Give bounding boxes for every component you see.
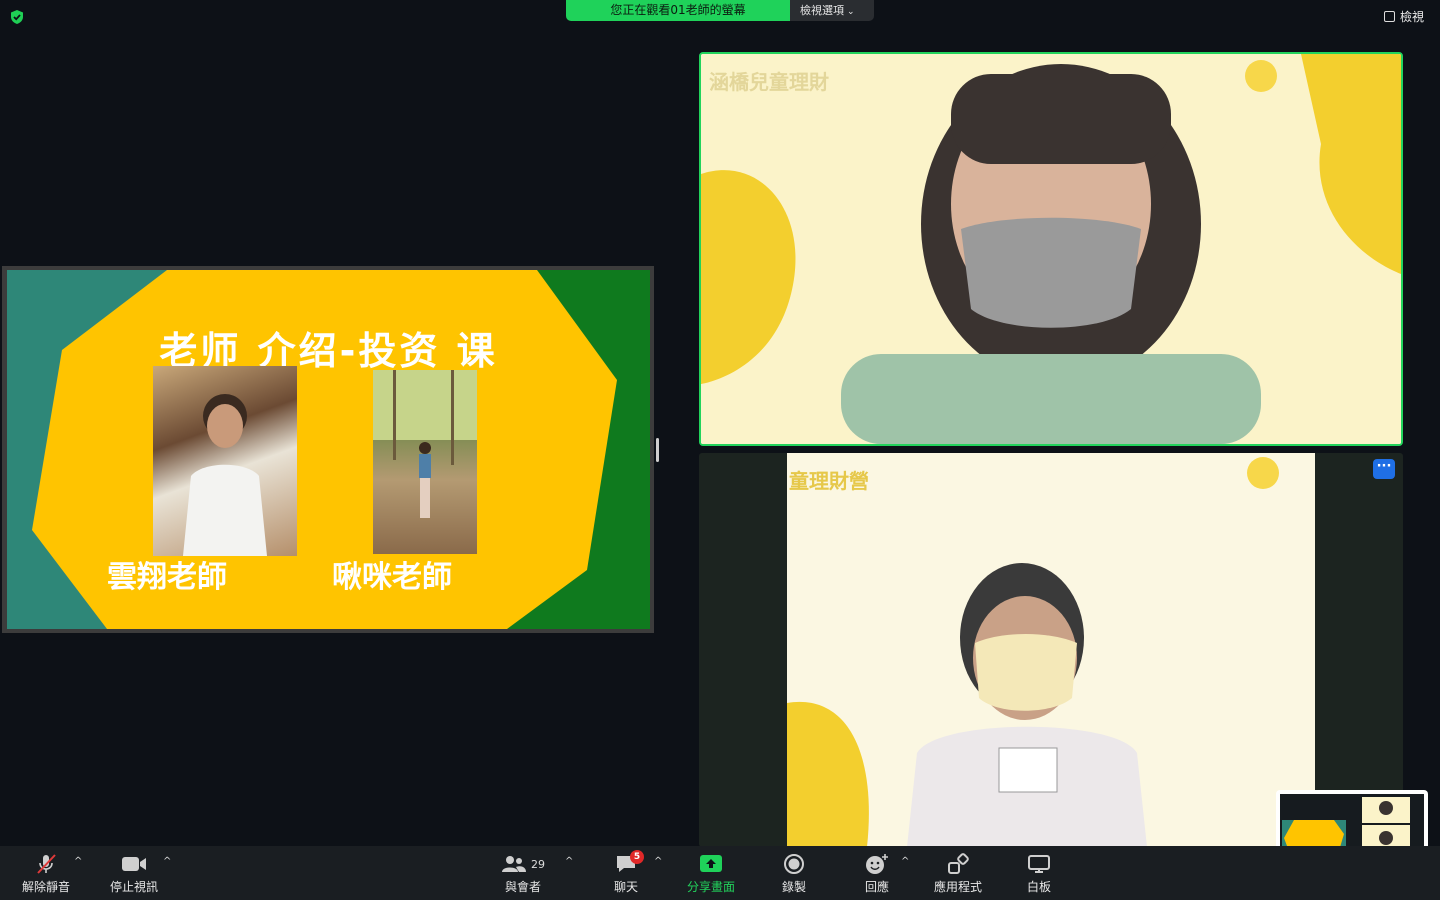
slide-title: 老师 介绍-投资 课	[159, 329, 498, 373]
reactions-options-caret-icon[interactable]: ^	[901, 856, 909, 867]
reactions-button[interactable]: 回應	[858, 852, 896, 895]
encryption-shield-icon[interactable]	[9, 9, 25, 25]
whiteboard-button[interactable]: 白板	[1022, 852, 1056, 895]
teacher-photo-2	[373, 370, 477, 554]
record-button[interactable]: 錄製	[776, 852, 812, 895]
split-view-resize-handle[interactable]	[656, 438, 659, 462]
participant-video-tile-1[interactable]: 涵橋兒童理財	[699, 52, 1403, 446]
view-options-dropdown[interactable]: 檢視選項 ⌄	[790, 0, 874, 21]
record-icon	[784, 854, 804, 874]
view-button[interactable]: 檢視	[1383, 8, 1424, 25]
participant-video-tile-2[interactable]: 童理財營 ···	[699, 453, 1403, 847]
shared-screen[interactable]: 老师 介绍-投资 课 雲翔老師 啾咪老師	[2, 266, 654, 633]
slide: 老师 介绍-投资 课 雲翔老師 啾咪老師	[7, 270, 650, 629]
view-layout-icon	[1383, 11, 1395, 22]
participant-video-2: 童理財營	[787, 453, 1315, 847]
share-screen-button[interactable]: 分享畫面	[684, 852, 738, 895]
teacher-name-1: 雲翔老師	[107, 560, 227, 595]
unmute-button[interactable]: 解除靜音	[18, 852, 74, 895]
whiteboard-icon	[1028, 855, 1050, 873]
share-screen-label: 分享畫面	[686, 880, 735, 894]
unmute-label: 解除靜音	[21, 880, 70, 894]
tile1-background-watermark: 涵橋兒童理財	[709, 70, 829, 94]
share-screen-icon	[700, 855, 722, 872]
chat-unread-badge: 5	[630, 850, 644, 864]
apps-label: 應用程式	[933, 880, 982, 894]
apps-button[interactable]: 應用程式	[930, 852, 986, 895]
participant-video-1	[701, 54, 1401, 444]
teacher-name-2: 啾咪老師	[332, 560, 452, 595]
microphone-muted-icon	[37, 854, 56, 874]
tile2-background-watermark: 童理財營	[789, 469, 869, 493]
reactions-label: 回應	[864, 880, 889, 894]
chat-options-caret-icon[interactable]: ^	[654, 856, 662, 867]
stop-video-button[interactable]: 停止視訊	[106, 852, 162, 895]
participants-count: 29	[531, 857, 545, 871]
more-options-button[interactable]: ···	[1373, 459, 1395, 479]
screen-share-banner: 您正在觀看01老師的螢幕	[566, 0, 790, 21]
participants-options-caret-icon[interactable]: ^	[565, 856, 573, 867]
chat-label: 聊天	[613, 880, 638, 894]
chevron-down-icon: ⌄	[847, 7, 855, 17]
video-camera-icon	[122, 857, 146, 871]
record-label: 錄製	[781, 880, 806, 894]
view-options-label: 檢視選項	[800, 4, 844, 17]
participants-button[interactable]: 29 與會者	[500, 852, 546, 895]
view-button-label: 檢視	[1399, 10, 1424, 24]
chat-button[interactable]: 5 聊天	[606, 850, 646, 895]
participants-icon	[502, 856, 526, 872]
participants-label: 與會者	[504, 880, 541, 894]
video-options-caret-icon[interactable]: ^	[163, 856, 171, 867]
apps-icon	[948, 853, 969, 874]
smiley-add-icon	[866, 854, 888, 874]
audio-options-caret-icon[interactable]: ^	[74, 856, 82, 867]
whiteboard-label: 白板	[1026, 880, 1051, 894]
stop-video-label: 停止視訊	[109, 880, 158, 894]
teacher-photo-1	[153, 366, 297, 556]
meeting-toolbar: 解除靜音 ^ 停止視訊 ^ 29 與會者 ^ 5 聊天 ^ 分享畫面 錄製 回應…	[0, 846, 1440, 900]
